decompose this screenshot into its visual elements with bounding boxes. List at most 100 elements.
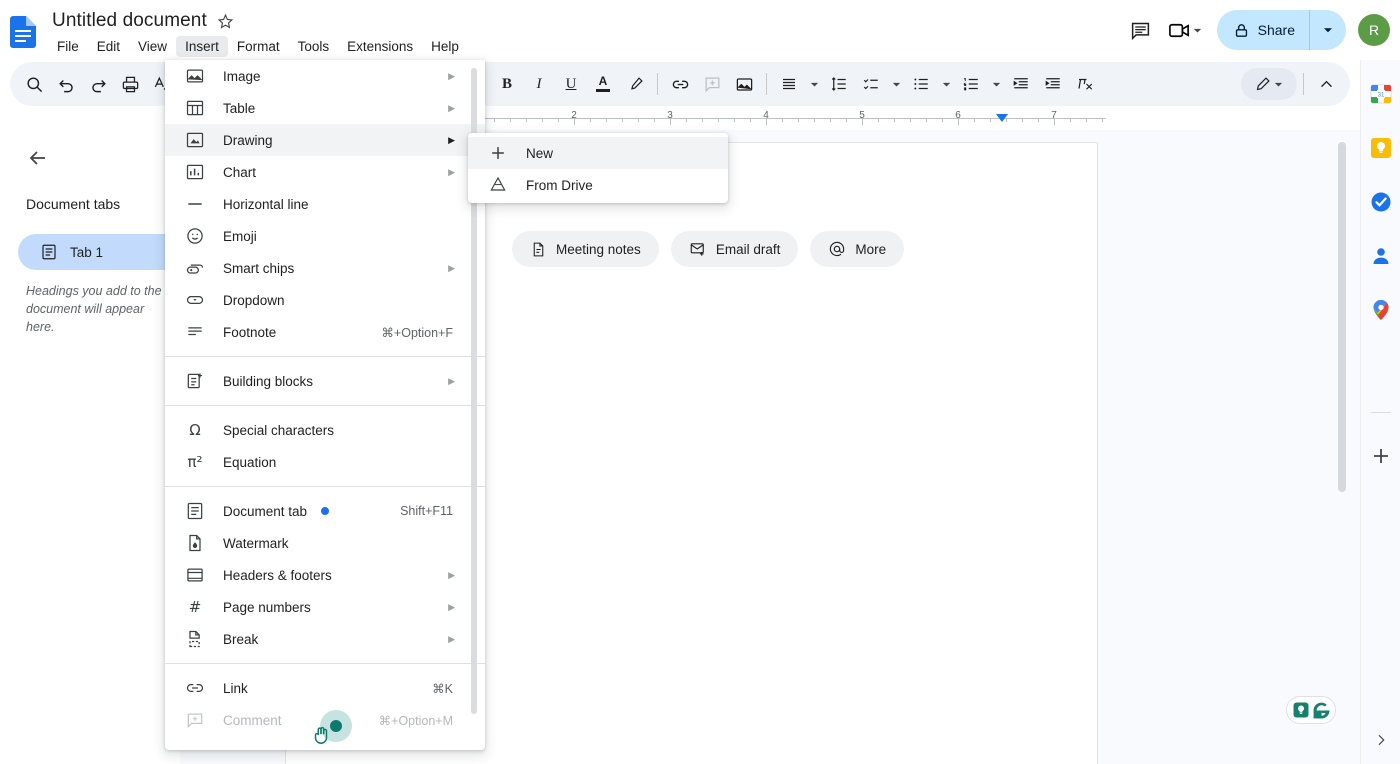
redo-icon[interactable] <box>82 68 114 100</box>
ruler-tick <box>622 118 623 122</box>
menu-item-chart[interactable]: Chart ▶ <box>165 156 485 188</box>
google-maps-icon[interactable] <box>1369 298 1393 322</box>
ruler-tick <box>766 118 767 125</box>
menu-item-dropdown[interactable]: Dropdown <box>165 284 485 316</box>
bold-icon[interactable]: B <box>491 68 523 100</box>
undo-icon[interactable] <box>50 68 82 100</box>
insert-image-icon[interactable] <box>728 68 760 100</box>
menu-item-watermark[interactable]: Watermark <box>165 527 485 559</box>
insert-link-icon[interactable] <box>664 68 696 100</box>
menu-item-emoji[interactable]: Emoji <box>165 220 485 252</box>
underline-icon[interactable]: U <box>555 68 587 100</box>
menubar-item-format[interactable]: Format <box>228 36 289 57</box>
menu-item-drawing[interactable]: Drawing ▶ <box>165 124 485 156</box>
menu-item-horizontal-line[interactable]: Horizontal line <box>165 188 485 220</box>
collapse-toolbar-icon[interactable] <box>1310 68 1342 100</box>
menubar-item-tools[interactable]: Tools <box>289 36 339 57</box>
chip-more[interactable]: More <box>810 231 905 267</box>
numbered-dropdown-caret[interactable] <box>987 68 1005 100</box>
submenu-arrow-icon: ▶ <box>448 601 455 612</box>
menubar-item-extensions[interactable]: Extensions <box>338 36 422 57</box>
align-dropdown-caret[interactable] <box>805 68 823 100</box>
menu-item-break[interactable]: Break ▶ <box>165 623 485 655</box>
bulleted-list-icon[interactable] <box>905 68 937 100</box>
menu-item-document-tab[interactable]: Document tab Shift+F11 <box>165 495 485 527</box>
sidebar-item-label: Tab 1 <box>70 244 104 260</box>
search-icon[interactable] <box>18 68 50 100</box>
star-outline-icon[interactable] <box>217 13 234 30</box>
checklist-dropdown-caret[interactable] <box>887 68 905 100</box>
chip-meeting-notes[interactable]: Meeting notes <box>512 231 659 267</box>
line-spacing-icon[interactable] <box>823 68 855 100</box>
vertical-scrollbar[interactable] <box>1338 142 1346 492</box>
google-docs-logo[interactable] <box>10 16 36 48</box>
menu-bar: File Edit View Insert Format Tools Exten… <box>48 36 468 57</box>
page-numbers-icon: # <box>188 598 202 616</box>
google-calendar-icon[interactable]: 31 <box>1369 82 1393 106</box>
cursor-touch-icon <box>314 727 328 744</box>
menubar-item-help[interactable]: Help <box>422 36 468 57</box>
toolbar-divider <box>766 73 767 95</box>
menu-item-headers-footers[interactable]: Headers & footers ▶ <box>165 559 485 591</box>
ruler-tick <box>670 118 671 125</box>
page-title[interactable]: Untitled document <box>52 10 207 32</box>
google-meet-button[interactable] <box>1164 11 1207 49</box>
checklist-icon[interactable] <box>855 68 887 100</box>
google-contacts-icon[interactable] <box>1369 244 1393 268</box>
grammarly-suggestion-icon <box>1293 702 1309 718</box>
menu-item-image[interactable]: Image ▶ <box>165 60 485 92</box>
grammarly-widget[interactable] <box>1286 696 1336 724</box>
google-tasks-icon[interactable] <box>1369 190 1393 214</box>
menu-item-footnote[interactable]: Footnote ⌘+Option+F <box>165 316 485 348</box>
submenu-arrow-icon: ▶ <box>448 166 455 177</box>
menu-item-table[interactable]: Table ▶ <box>165 92 485 124</box>
get-add-ons-plus-icon[interactable] <box>1369 444 1393 468</box>
menu-item-building-blocks[interactable]: Building blocks ▶ <box>165 365 485 397</box>
menu-item-label: Special characters <box>223 422 335 438</box>
submenu-item-from-drive[interactable]: From Drive <box>468 169 728 201</box>
grammarly-logo-icon <box>1313 702 1330 718</box>
avatar[interactable]: R <box>1358 14 1390 46</box>
menubar-item-file[interactable]: File <box>48 36 88 57</box>
emoji-icon <box>187 228 203 244</box>
menu-separator <box>165 405 485 406</box>
insert-menu: Image ▶ Table ▶ Drawing ▶ Chart ▶ Horizontal lin… <box>165 60 485 750</box>
arrow-back-icon[interactable] <box>26 146 50 170</box>
submenu-arrow-icon: ▶ <box>448 633 455 644</box>
highlight-color-icon[interactable] <box>619 68 651 100</box>
print-icon[interactable] <box>114 68 146 100</box>
menubar-item-insert[interactable]: Insert <box>176 36 228 57</box>
chart-icon <box>186 164 204 180</box>
text-color-icon[interactable]: A <box>587 68 619 100</box>
clear-formatting-icon[interactable] <box>1069 68 1101 100</box>
menu-item-smart-chips[interactable]: Smart chips ▶ <box>165 252 485 284</box>
menu-item-special-characters[interactable]: Ω Special characters <box>165 414 485 446</box>
menu-item-equation[interactable]: π² Equation <box>165 446 485 478</box>
share-label: Share <box>1257 22 1295 38</box>
share-dropdown-caret[interactable] <box>1310 10 1346 50</box>
expand-side-panel-chevron-right-icon[interactable] <box>1373 732 1389 748</box>
menu-item-link[interactable]: Link ⌘K <box>165 672 485 704</box>
increase-indent-icon[interactable] <box>1037 68 1069 100</box>
bulleted-dropdown-caret[interactable] <box>937 68 955 100</box>
editing-mode-button[interactable] <box>1241 68 1297 100</box>
menubar-item-edit[interactable]: Edit <box>88 36 129 57</box>
text-align-icon[interactable] <box>773 68 805 100</box>
decrease-indent-icon[interactable] <box>1005 68 1037 100</box>
italic-icon[interactable]: I <box>523 68 555 100</box>
share-button[interactable]: Share <box>1216 10 1346 50</box>
menu-item-page-numbers[interactable]: # Page numbers ▶ <box>165 591 485 623</box>
toolbar-divider <box>1303 73 1304 95</box>
numbered-list-icon[interactable] <box>955 68 987 100</box>
menubar-item-view[interactable]: View <box>129 36 176 57</box>
submenu-item-new[interactable]: New <box>468 137 728 169</box>
ruler-tick <box>1038 118 1039 122</box>
share-main[interactable]: Share <box>1217 10 1309 50</box>
google-keep-icon[interactable] <box>1369 136 1393 160</box>
comment-history-icon[interactable] <box>1122 11 1160 49</box>
menu-item-label: Building blocks <box>223 373 314 389</box>
ruler-tick <box>718 118 719 122</box>
chip-email-draft[interactable]: Email draft <box>670 231 799 267</box>
add-comment-icon[interactable] <box>696 68 728 100</box>
ruler[interactable]: 2 3 4 5 6 7 <box>460 110 1106 128</box>
